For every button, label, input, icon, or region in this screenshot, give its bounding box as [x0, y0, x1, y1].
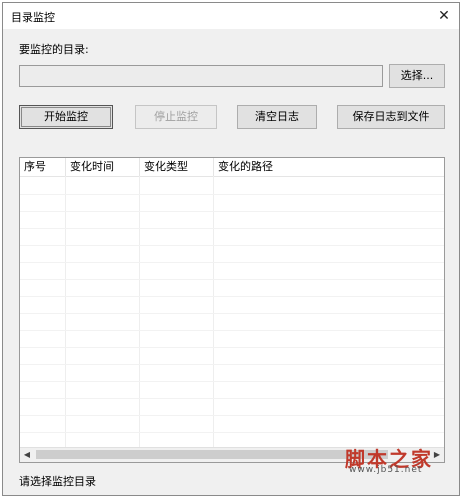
- browse-button[interactable]: 选择...: [389, 64, 445, 88]
- table-row: [20, 432, 444, 433]
- table-row: [20, 313, 444, 314]
- table-header: 序号 变化时间 变化类型 变化的路径: [20, 158, 444, 177]
- grid-line: [139, 176, 140, 448]
- watermark-url: www.jb51.net: [349, 465, 423, 475]
- grid-line: [65, 176, 66, 448]
- grid-line: [213, 176, 214, 448]
- window-title: 目录监控: [11, 11, 55, 24]
- table-row: [20, 364, 444, 365]
- close-icon[interactable]: ✕: [433, 5, 455, 27]
- status-text: 请选择监控目录: [19, 475, 96, 488]
- table-row: [20, 262, 444, 263]
- table-row: [20, 381, 444, 382]
- start-monitor-button[interactable]: 开始监控: [19, 105, 113, 129]
- save-log-button[interactable]: 保存日志到文件: [337, 105, 445, 129]
- table-row: [20, 296, 444, 297]
- table-row: [20, 415, 444, 416]
- scroll-left-icon[interactable]: ◀: [20, 448, 34, 462]
- stop-monitor-button[interactable]: 停止监控: [135, 105, 217, 129]
- table-row: [20, 194, 444, 195]
- column-header-index[interactable]: 序号: [20, 158, 66, 176]
- column-header-time[interactable]: 变化时间: [66, 158, 140, 176]
- table-row: [20, 398, 444, 399]
- column-header-path[interactable]: 变化的路径: [214, 158, 444, 176]
- table-row: [20, 330, 444, 331]
- clear-log-button[interactable]: 清空日志: [237, 105, 317, 129]
- table-row: [20, 347, 444, 348]
- scrollbar-thumb[interactable]: [36, 450, 388, 459]
- table-row: [20, 228, 444, 229]
- main-window: 目录监控 ✕ 要监控的目录: 选择... 开始监控 停止监控 清空日志 保存日志…: [2, 2, 460, 496]
- directory-label: 要监控的目录:: [19, 43, 89, 56]
- table-row: [20, 279, 444, 280]
- log-table[interactable]: 序号 变化时间 变化类型 变化的路径 ◀ ▶: [19, 157, 445, 463]
- table-row: [20, 211, 444, 212]
- title-bar: 目录监控 ✕: [3, 3, 459, 29]
- directory-input[interactable]: [19, 65, 383, 87]
- column-header-type[interactable]: 变化类型: [140, 158, 214, 176]
- table-row: [20, 245, 444, 246]
